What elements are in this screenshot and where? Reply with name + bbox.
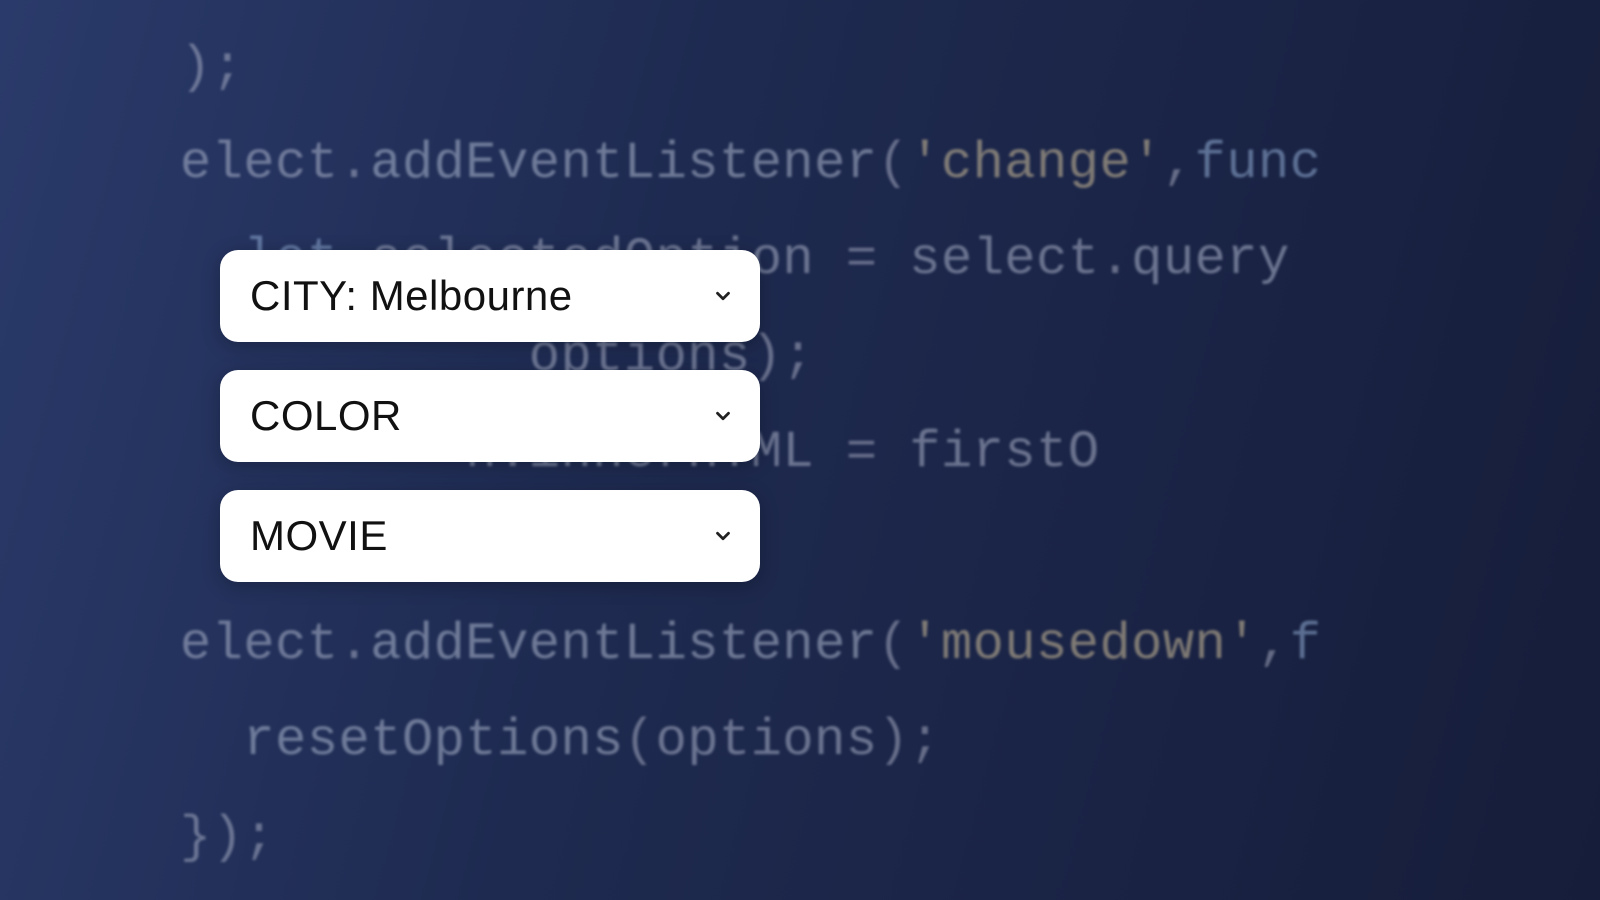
movie-select-label: MOVIE [250, 512, 388, 560]
chevron-down-icon [712, 525, 734, 547]
code-line: elect.addEventListener('change',func [180, 134, 1321, 193]
code-line: ); [180, 38, 243, 97]
movie-select[interactable]: MOVIE [220, 490, 760, 582]
city-select[interactable]: CITY: Melbourne [220, 250, 760, 342]
code-line: }); [180, 808, 275, 867]
chevron-down-icon [712, 405, 734, 427]
code-line: elect.addEventListener('mousedown',f [180, 615, 1321, 674]
dropdown-group: CITY: Melbourne COLOR MOVIE [220, 250, 760, 582]
city-select-label: CITY: Melbourne [250, 272, 573, 320]
color-select-label: COLOR [250, 392, 402, 440]
chevron-down-icon [712, 285, 734, 307]
color-select[interactable]: COLOR [220, 370, 760, 462]
code-line: resetOptions(options); [180, 711, 941, 770]
